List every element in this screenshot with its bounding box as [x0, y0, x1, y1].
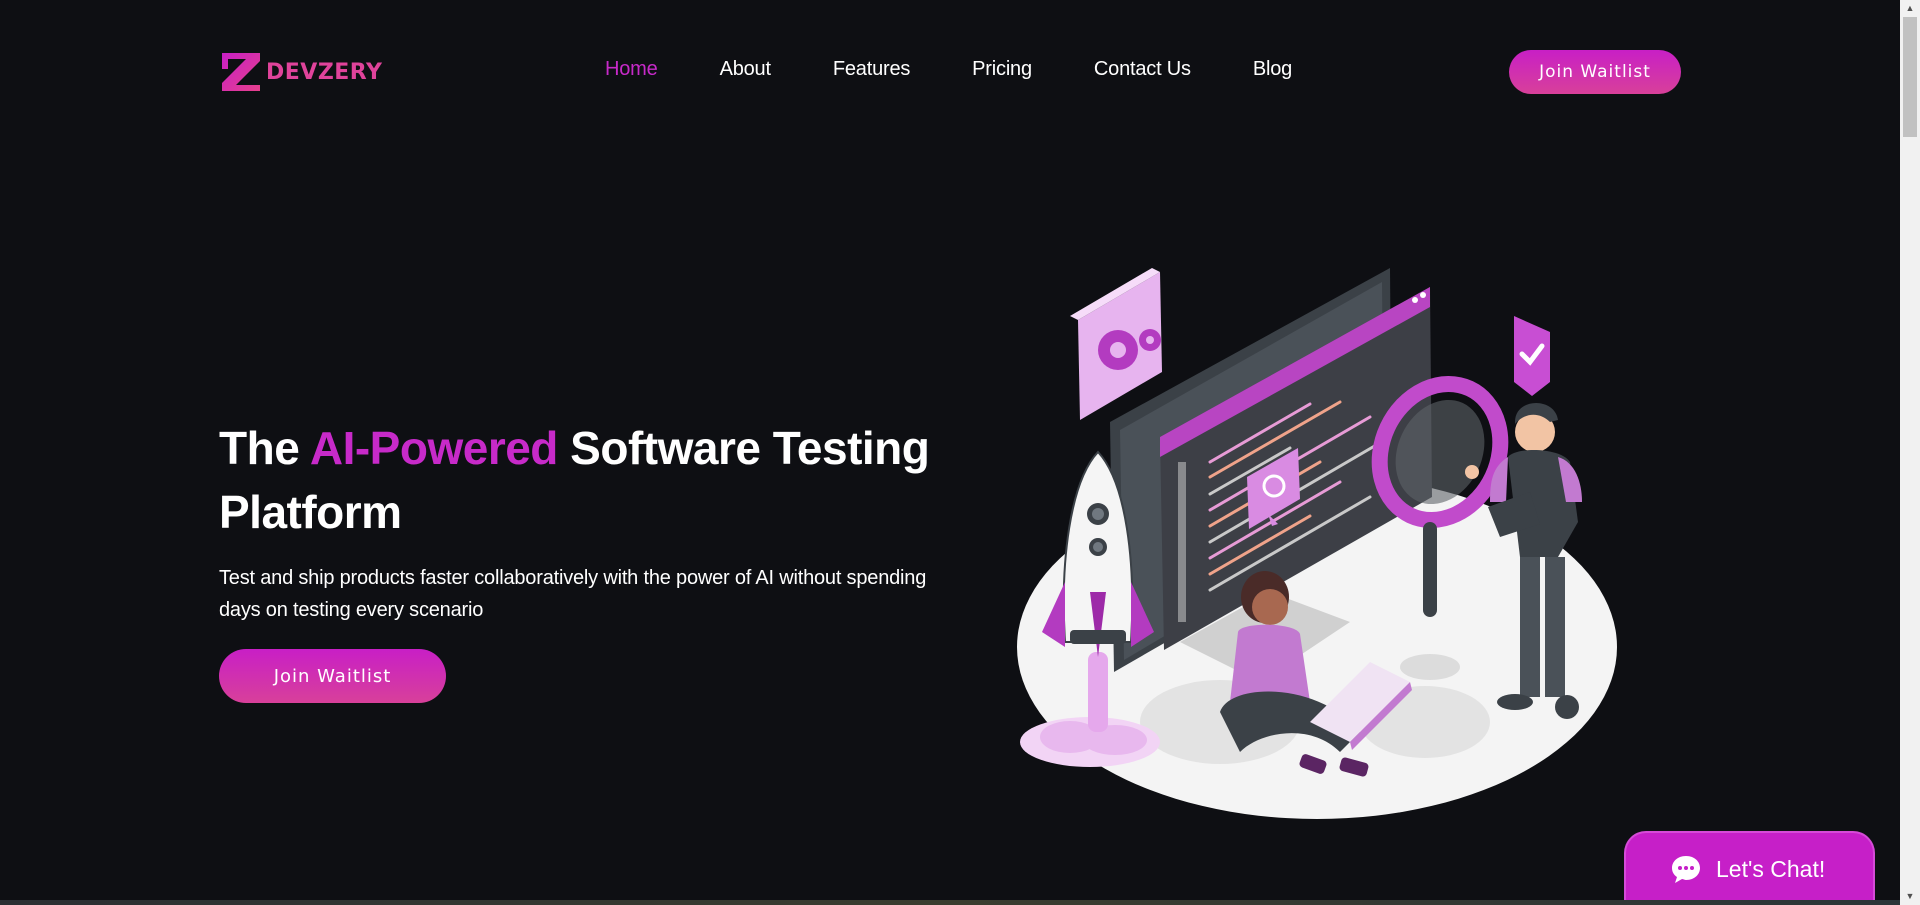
hero-join-waitlist-button[interactable]: Join Waitlist [219, 649, 446, 703]
nav-contact-us[interactable]: Contact Us [1094, 58, 1191, 81]
scrollbar-thumb[interactable] [1903, 17, 1917, 137]
nav-about[interactable]: About [720, 58, 771, 81]
bottom-strip [0, 900, 1900, 905]
brand-logo[interactable]: DEVZERY [220, 51, 382, 93]
lets-chat-button[interactable]: Let's Chat! [1624, 831, 1875, 905]
nav-home[interactable]: Home [605, 58, 658, 81]
brand-name: DEVZERY [266, 59, 383, 85]
software-testing-illustration [1017, 268, 1617, 819]
vertical-scrollbar[interactable]: ▲ ▼ [1900, 0, 1920, 905]
nav-blog[interactable]: Blog [1253, 58, 1292, 81]
hero-title: The AI-Powered Software Testing Platform [219, 416, 939, 544]
nav-features[interactable]: Features [833, 58, 911, 81]
header-join-waitlist-button[interactable]: Join Waitlist [1509, 50, 1681, 94]
scroll-up-arrow-icon[interactable]: ▲ [1900, 0, 1920, 17]
chat-bubble-icon [1672, 856, 1700, 883]
hero-title-accent: AI-Powered [309, 422, 559, 474]
scroll-down-arrow-icon[interactable]: ▼ [1900, 888, 1920, 905]
page: DEVZERY Home About Features Pricing Cont… [0, 0, 1900, 905]
lets-chat-label: Let's Chat! [1716, 855, 1826, 882]
nav-pricing[interactable]: Pricing [972, 58, 1032, 81]
main-nav: Home About Features Pricing Contact Us B… [605, 58, 1354, 81]
hero-title-part1: The [219, 422, 310, 474]
hero-subtitle: Test and ship products faster collaborat… [219, 567, 927, 621]
devzery-logo-icon [222, 53, 260, 91]
